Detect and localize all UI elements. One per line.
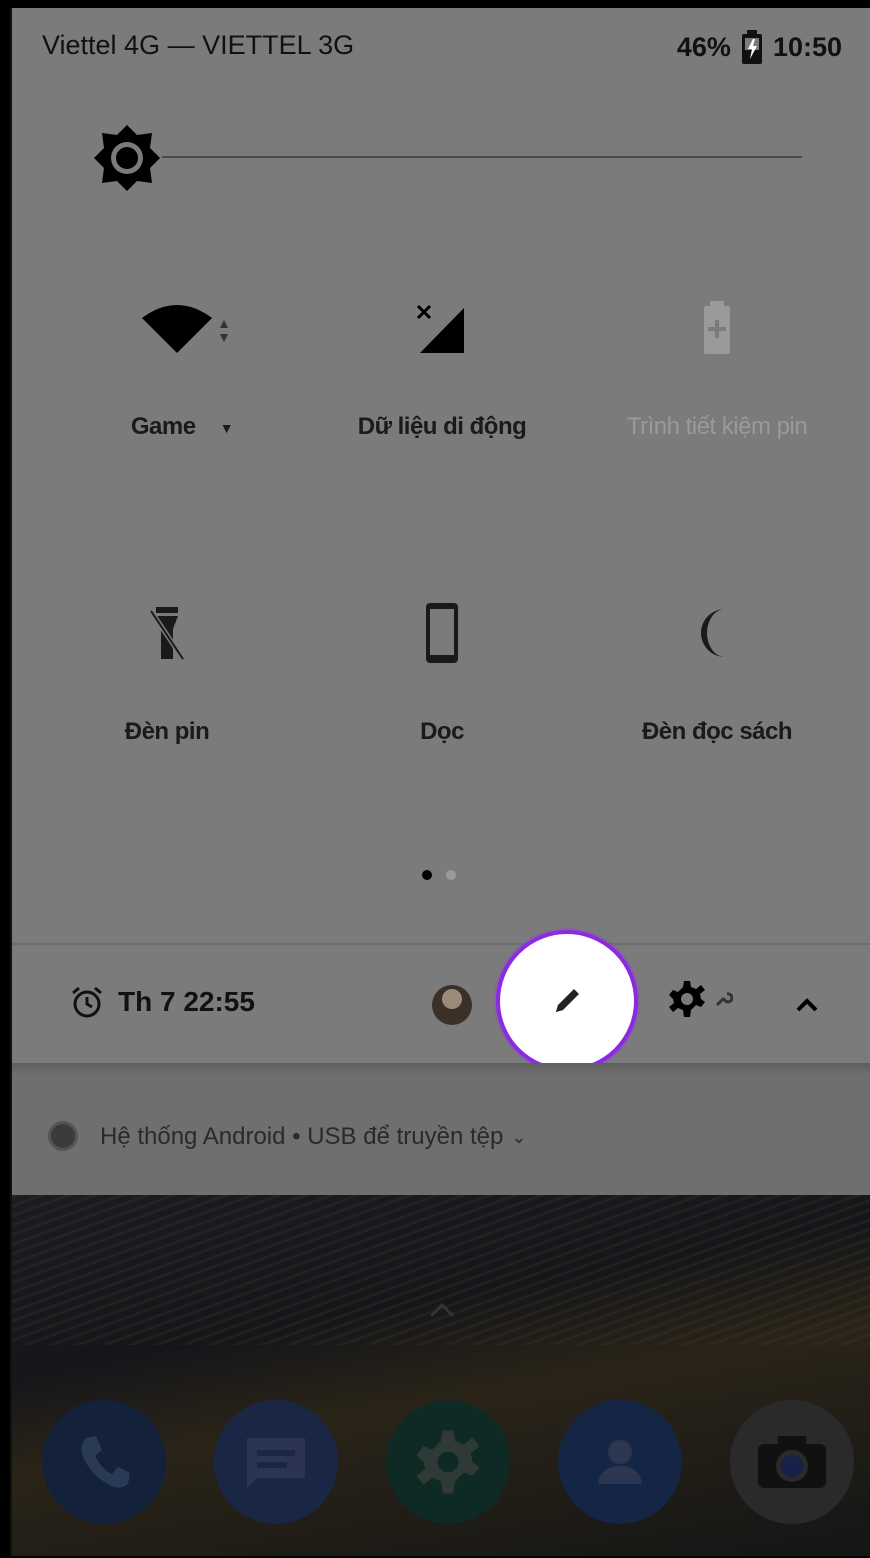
brightness-track[interactable] bbox=[162, 156, 802, 158]
brightness-slider[interactable] bbox=[92, 123, 812, 193]
alarm-time: Th 7 22:55 bbox=[118, 986, 255, 1017]
home-screen bbox=[12, 1195, 870, 1556]
dock bbox=[42, 1400, 854, 1530]
tile-mobile-data-label: Dữ liệu di động bbox=[357, 413, 527, 440]
messages-icon bbox=[247, 1438, 305, 1488]
settings-icon bbox=[416, 1430, 480, 1494]
contacts-icon bbox=[598, 1440, 642, 1484]
portrait-phone-icon bbox=[426, 603, 458, 663]
notification-usb[interactable]: Hệ thống Android • USB để truyền tệp ⌄ bbox=[12, 1075, 870, 1195]
carrier-name: Viettel 4G — VIETTEL 3G bbox=[42, 30, 355, 60]
wallpaper bbox=[12, 1195, 870, 1345]
battery-percent: 46% bbox=[676, 31, 731, 62]
android-system-icon bbox=[48, 1121, 78, 1151]
quick-settings-panel: Viettel 4G — VIETTEL 3G 46% 10:50 Game ▼… bbox=[12, 8, 870, 1063]
tile-battery-saver[interactable]: Trình tiết kiệm pin bbox=[577, 288, 857, 488]
night-light-moon-icon bbox=[701, 609, 725, 657]
edit-button[interactable] bbox=[496, 930, 638, 1072]
chevron-up-icon bbox=[796, 998, 818, 1012]
panel-shadow bbox=[12, 1063, 870, 1075]
tile-flashlight[interactable]: Đèn pin bbox=[27, 593, 307, 793]
chevron-down-icon[interactable]: ⌄ bbox=[511, 1127, 526, 1148]
user-avatar[interactable] bbox=[432, 985, 472, 1025]
tile-mobile-data[interactable]: Dữ liệu di động bbox=[302, 288, 582, 488]
dock-settings[interactable] bbox=[386, 1400, 510, 1524]
app-drawer-chevron-icon[interactable] bbox=[427, 1300, 457, 1320]
page-dot-1 bbox=[422, 870, 432, 880]
clock: 10:50 bbox=[772, 31, 842, 62]
dock-messages[interactable] bbox=[214, 1400, 338, 1524]
page-dot-2 bbox=[446, 870, 456, 880]
status-bar: Viettel 4G — VIETTEL 3G 46% 10:50 bbox=[12, 8, 870, 88]
dock-camera[interactable] bbox=[730, 1400, 854, 1524]
wrench-icon bbox=[715, 992, 733, 1007]
alarm-clock-icon bbox=[72, 986, 102, 1018]
phone-screen: Viettel 4G — VIETTEL 3G 46% 10:50 Game ▼… bbox=[10, 8, 870, 1556]
tile-rotation-label: Dọc bbox=[420, 718, 464, 745]
tile-rotation[interactable]: Dọc bbox=[302, 593, 582, 793]
mobile-data-off-icon bbox=[416, 304, 464, 353]
dock-contacts[interactable] bbox=[558, 1400, 682, 1524]
collapse-button[interactable] bbox=[787, 985, 827, 1025]
dock-phone[interactable] bbox=[42, 1400, 166, 1524]
next-alarm[interactable]: Th 7 22:55 bbox=[70, 985, 255, 1019]
flashlight-off-icon bbox=[148, 607, 186, 661]
gear-icon bbox=[669, 981, 705, 1017]
wifi-icon bbox=[142, 305, 228, 353]
tile-flashlight-label: Đèn pin bbox=[124, 718, 210, 745]
tile-wifi[interactable]: Game ▼ bbox=[42, 288, 322, 488]
battery-saver-icon bbox=[704, 301, 730, 354]
settings-button[interactable] bbox=[667, 979, 733, 1019]
status-right-group: 46% 10:50 bbox=[677, 30, 842, 64]
chevron-down-icon[interactable]: ▼ bbox=[220, 420, 234, 436]
phone-icon bbox=[81, 1436, 130, 1488]
tile-night-light[interactable]: Đèn đọc sách bbox=[577, 593, 857, 793]
battery-charging-icon bbox=[741, 30, 762, 64]
page-indicator bbox=[422, 870, 456, 880]
camera-icon bbox=[758, 1436, 826, 1488]
quick-settings-footer: Th 7 22:55 bbox=[12, 945, 870, 1063]
brightness-icon[interactable] bbox=[92, 123, 162, 193]
notification-text: Hệ thống Android • USB để truyền tệp bbox=[100, 1123, 504, 1150]
pencil-icon bbox=[556, 989, 579, 1012]
tile-night-light-label: Đèn đọc sách bbox=[641, 718, 793, 745]
tile-wifi-label: Game bbox=[130, 413, 196, 440]
tile-battery-saver-label: Trình tiết kiệm pin bbox=[626, 413, 808, 440]
